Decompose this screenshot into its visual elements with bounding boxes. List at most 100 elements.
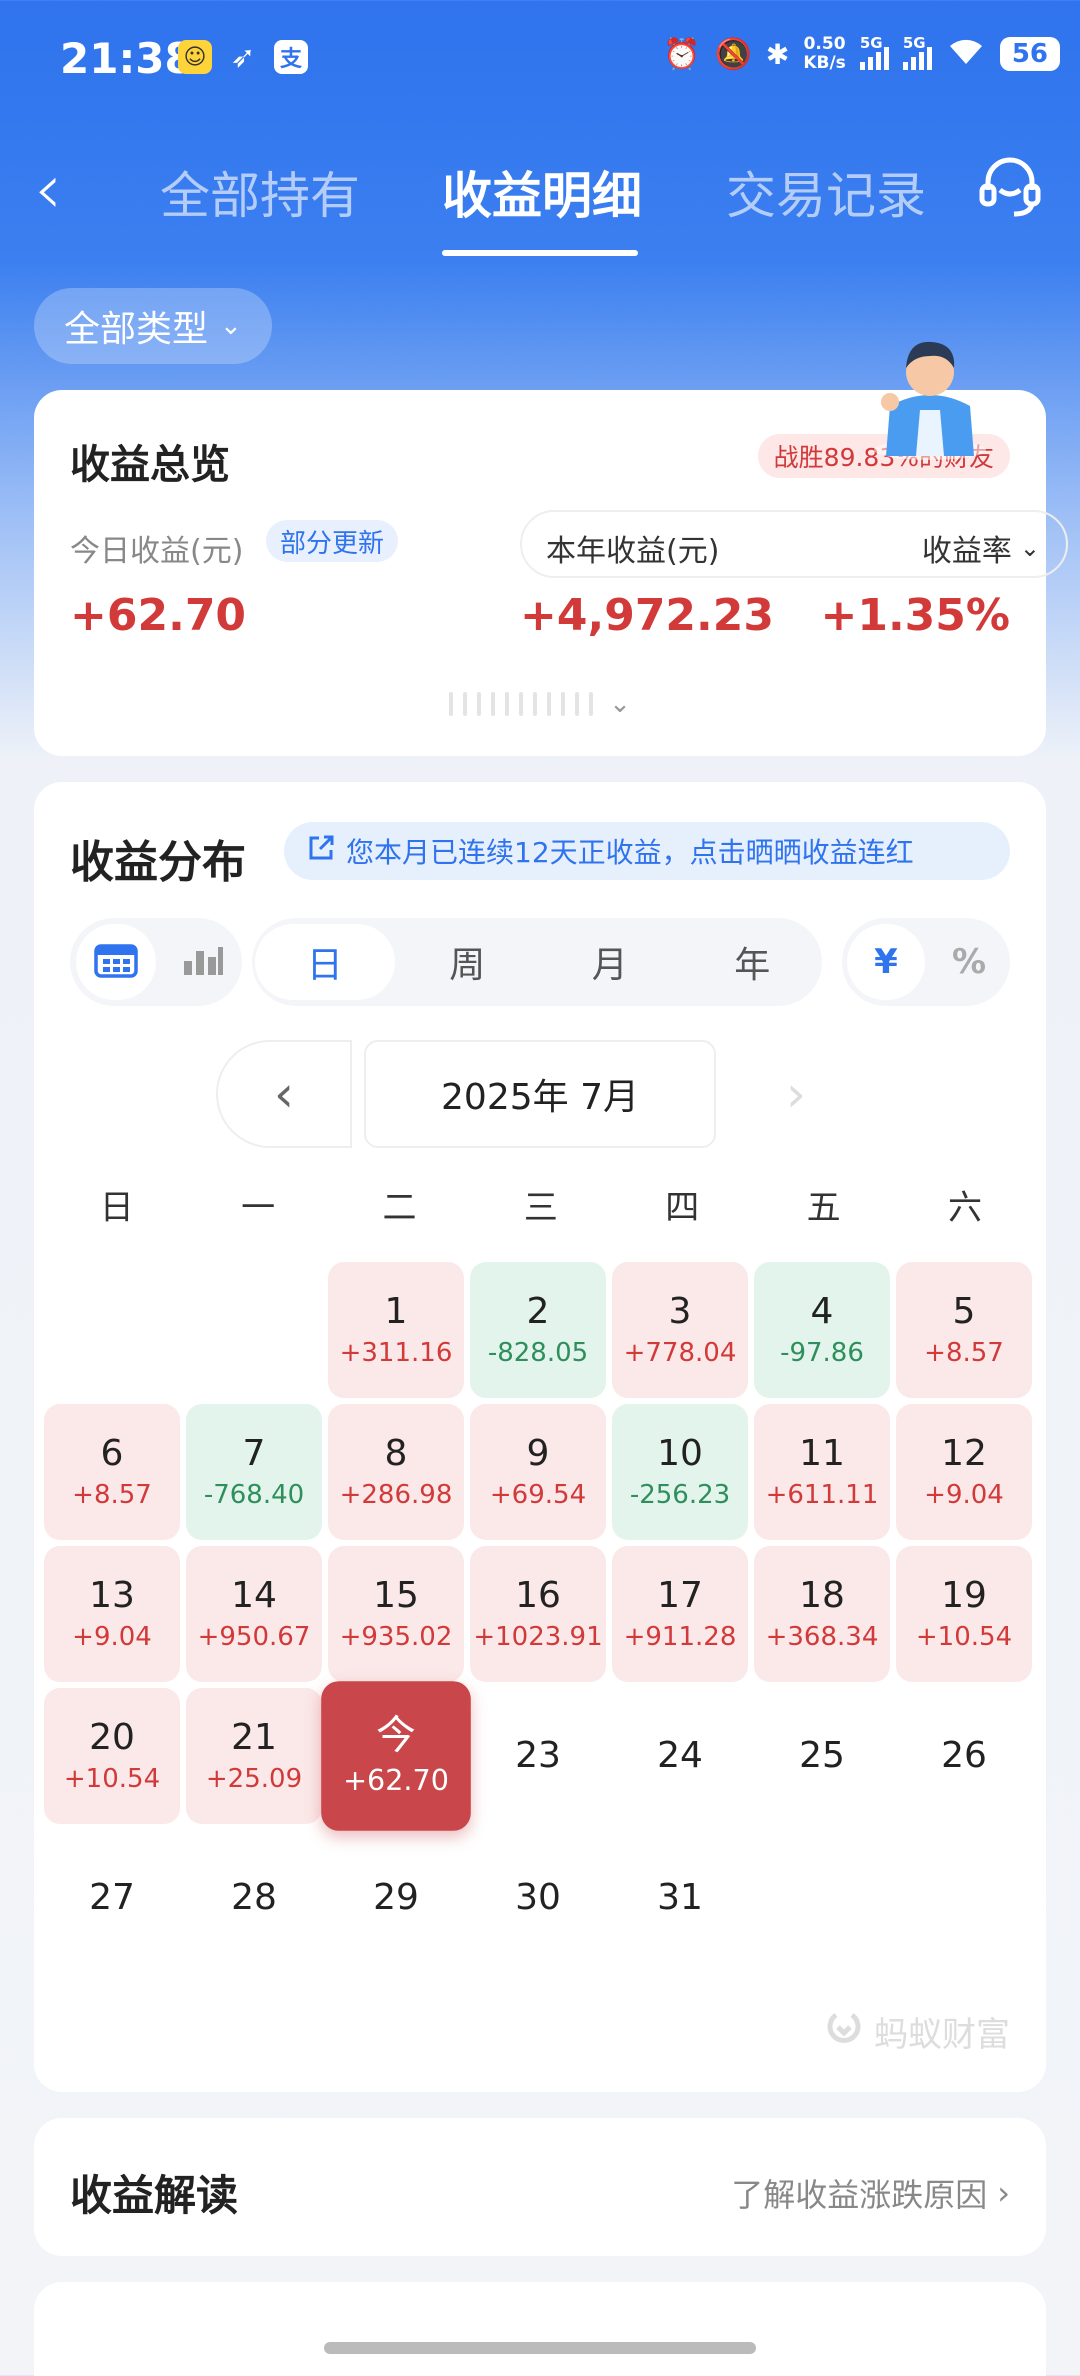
bar-chart-view-button[interactable]	[162, 924, 242, 1000]
chevron-down-icon: ⌄	[220, 311, 242, 341]
ant-fortune-logo-icon	[824, 2007, 864, 2056]
previous-month-button[interactable]: ‹	[216, 1040, 352, 1148]
calendar-day-cell[interactable]: 29	[328, 1830, 464, 1966]
battery-indicator: 56	[999, 37, 1060, 71]
type-filter-dropdown[interactable]: 全部类型 ⌄	[34, 288, 272, 364]
calendar-day-cell[interactable]: 18 +368.34	[754, 1546, 890, 1682]
unit-toggle: ¥ %	[842, 918, 1010, 1006]
unit-amount-button[interactable]: ¥	[847, 924, 925, 1000]
expand-toggle[interactable]: ⌄	[34, 684, 1046, 724]
calendar-day-number: 21	[231, 1716, 277, 1758]
calendar-day-cell[interactable]: 28	[186, 1830, 322, 1966]
tab-earnings-detail[interactable]: 收益明细	[442, 156, 642, 228]
calendar-day-cell[interactable]: 13 +9.04	[44, 1546, 180, 1682]
active-tab-underline	[442, 250, 638, 256]
calendar-day-cell[interactable]: 2 -828.05	[470, 1262, 606, 1398]
calendar-day-number: 1	[384, 1290, 408, 1332]
wifi-icon	[946, 34, 986, 74]
home-indicator[interactable]	[324, 2342, 756, 2354]
calendar-icon	[94, 942, 138, 982]
calendar-day-cell[interactable]: 30	[470, 1830, 606, 1966]
calendar-day-cell[interactable]: 7 -768.40	[186, 1404, 322, 1540]
calendar-day-cell[interactable]: 19 +10.54	[896, 1546, 1032, 1682]
calendar-day-cell[interactable]: 25	[754, 1688, 890, 1824]
calendar-day-cell[interactable]: 27	[44, 1830, 180, 1966]
calendar-day-number: 31	[657, 1877, 703, 1919]
calendar-day-number: 17	[657, 1574, 703, 1616]
calendar-day-cell[interactable]: 14 +950.67	[186, 1546, 322, 1682]
calendar-day-cell[interactable]: 21 +25.09	[186, 1688, 322, 1824]
calendar-day-cell[interactable]: 15 +935.02	[328, 1546, 464, 1682]
signal-icon: 5G	[859, 34, 889, 70]
period-day-button[interactable]: 日	[255, 924, 395, 1000]
calendar-blank-cell	[44, 1262, 180, 1398]
calendar-day-cell[interactable]: 31	[612, 1830, 748, 1966]
calendar-day-cell[interactable]: 17 +911.28	[612, 1546, 748, 1682]
calendar-day-earnings: +368.34	[765, 1621, 879, 1652]
calendar-day-number: 19	[941, 1574, 987, 1616]
partial-update-badge[interactable]: 部分更新	[266, 520, 399, 562]
calendar-day-cell[interactable]: 16 +1023.91	[470, 1546, 606, 1682]
calendar-day-number: 25	[799, 1735, 845, 1777]
weekday-label: 四	[665, 1188, 700, 1228]
bird-icon: ➶	[230, 39, 256, 75]
chevron-left-icon: ‹	[274, 1065, 294, 1123]
calendar-day-earnings: +8.57	[924, 1337, 1004, 1368]
calendar-day-cell[interactable]: 3 +778.04	[612, 1262, 748, 1398]
bar-chart-icon	[180, 943, 224, 981]
calendar-day-cell[interactable]: 26	[896, 1688, 1032, 1824]
calendar-day-cell[interactable]: 24	[612, 1688, 748, 1824]
weekday-label: 日	[99, 1188, 134, 1228]
calendar-view-button[interactable]	[76, 924, 156, 1000]
top-nav: ‹ 全部持有 收益明细 交易记录	[0, 140, 1080, 260]
calendar-day-earnings: +9.04	[924, 1479, 1004, 1510]
calendar-day-number: 12	[941, 1432, 987, 1474]
calendar-day-number: 13	[89, 1574, 135, 1616]
watermark: 蚂蚁财富	[824, 2007, 1010, 2056]
calendar-day-earnings: +311.16	[339, 1337, 453, 1368]
calendar-day-earnings: +935.02	[339, 1621, 453, 1652]
calendar-day-cell[interactable]: 10 -256.23	[612, 1404, 748, 1540]
calendar-day-number: 23	[515, 1735, 561, 1777]
status-bar: 21:38 ☺ ➶ 支 ⏰ 🔕 ✱ 0.50 KB/s 5G 5G 56	[0, 0, 1080, 118]
earnings-interpretation-card[interactable]: 收益解读 了解收益涨跌原因 ›	[34, 2118, 1046, 2256]
tab-holdings[interactable]: 全部持有	[160, 156, 360, 228]
next-month-button[interactable]: ›	[728, 1040, 864, 1148]
unit-percent-button[interactable]: %	[930, 924, 1008, 1000]
calendar-day-earnings: -97.86	[780, 1337, 864, 1368]
calendar-day-cell[interactable]: 8 +286.98	[328, 1404, 464, 1540]
status-time: 21:38	[60, 34, 194, 83]
return-rate-value: +1.35%	[820, 590, 1010, 641]
chevron-down-icon: ⌄	[1019, 534, 1040, 562]
streak-banner[interactable]: 您本月已连续12天正收益，点击晒晒收益连红	[284, 822, 1010, 880]
calendar-day-earnings: +10.54	[63, 1763, 161, 1794]
calendar-day-number: 30	[515, 1877, 561, 1919]
calendar-day-cell[interactable]: 1 +311.16	[328, 1262, 464, 1398]
calendar-day-cell[interactable]: 20 +10.54	[44, 1688, 180, 1824]
calendar-day-cell[interactable]: 12 +9.04	[896, 1404, 1032, 1540]
period-year-button[interactable]: 年	[683, 924, 823, 1000]
calendar-day-earnings: -768.40	[203, 1479, 305, 1510]
calendar-day-cell[interactable]: 11 +611.11	[754, 1404, 890, 1540]
calendar-day-cell[interactable]: 23	[470, 1688, 606, 1824]
calendar-day-today[interactable]: 今 +62.70	[321, 1681, 471, 1831]
tab-transactions[interactable]: 交易记录	[726, 156, 926, 228]
year-earnings-box: 本年收益(元) 收益率 ⌄	[520, 510, 1068, 578]
mute-icon: 🔕	[714, 36, 752, 72]
period-week-button[interactable]: 周	[398, 924, 538, 1000]
view-toggle	[70, 918, 242, 1006]
calendar-day-cell[interactable]: 6 +8.57	[44, 1404, 180, 1540]
interpretation-link[interactable]: 了解收益涨跌原因 ›	[731, 2170, 1010, 2216]
back-arrow-icon[interactable]: ‹	[34, 154, 62, 224]
calendar-day-cell[interactable]: 9 +69.54	[470, 1404, 606, 1540]
watermark-text: 蚂蚁财富	[874, 2015, 1010, 2055]
calendar-day-cell[interactable]: 4 -97.86	[754, 1262, 890, 1398]
calendar-day-earnings: +9.04	[72, 1621, 152, 1652]
customer-service-icon[interactable]	[976, 152, 1044, 220]
calendar-day-number: 11	[799, 1432, 845, 1474]
rate-selector[interactable]: 收益率 ⌄	[922, 526, 1040, 570]
period-month-button[interactable]: 月	[540, 924, 680, 1000]
mascot-illustration	[860, 310, 1000, 460]
month-label[interactable]: 2025年 7月	[364, 1040, 716, 1148]
calendar-day-cell[interactable]: 5 +8.57	[896, 1262, 1032, 1398]
